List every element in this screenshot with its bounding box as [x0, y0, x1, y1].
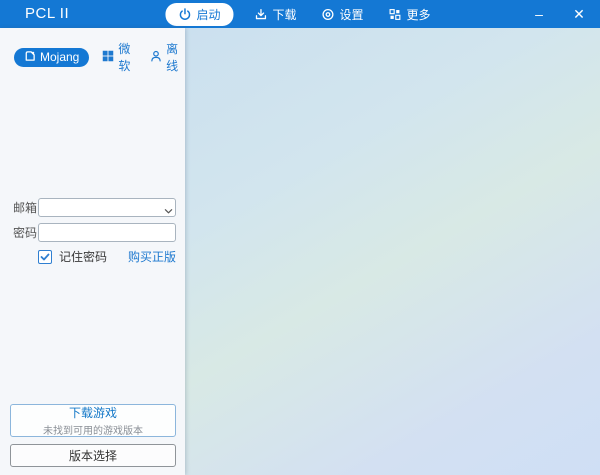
email-row: 邮箱	[0, 198, 185, 217]
version-select-button[interactable]: 版本选择	[10, 444, 176, 467]
check-icon	[40, 252, 50, 262]
title-bar: PCL II 启动 下载 设置	[0, 0, 600, 28]
email-combobox[interactable]	[38, 198, 176, 217]
sidebar: Mojang 微软 离线 邮箱 密	[0, 28, 185, 475]
close-button[interactable]: ✕	[570, 6, 588, 23]
power-icon	[178, 8, 191, 21]
remember-checkbox[interactable]	[38, 250, 52, 264]
version-select-label: 版本选择	[69, 447, 117, 464]
app-title: PCL II	[25, 5, 69, 22]
nav-launch-label: 启动	[196, 6, 220, 23]
minimize-button[interactable]: –	[530, 6, 548, 22]
windows-icon	[102, 50, 114, 65]
more-grid-icon	[389, 8, 402, 21]
main-nav: 启动 下载 设置 更多	[165, 0, 434, 28]
tab-offline-label: 离线	[166, 40, 185, 74]
tab-microsoft[interactable]: 微软	[102, 40, 137, 74]
download-game-subtitle: 未找到可用的游戏版本	[43, 422, 143, 437]
account-tabs: Mojang 微软 离线	[14, 40, 185, 74]
download-game-title: 下载游戏	[69, 404, 117, 421]
tab-offline[interactable]: 离线	[150, 40, 185, 74]
remember-password-label: 记住密码	[59, 248, 107, 265]
app-window: PCL II 启动 下载 设置	[0, 0, 600, 475]
mojang-icon	[24, 50, 36, 65]
password-label: 密码	[13, 224, 37, 241]
download-game-button[interactable]: 下载游戏 未找到可用的游戏版本	[10, 404, 176, 437]
buy-genuine-link[interactable]: 购买正版	[128, 248, 176, 265]
nav-more-label: 更多	[407, 6, 431, 23]
nav-launch[interactable]: 启动	[165, 3, 233, 26]
tab-microsoft-label: 微软	[118, 40, 137, 74]
email-label: 邮箱	[13, 199, 37, 216]
person-icon	[150, 50, 162, 65]
nav-more[interactable]: 更多	[385, 4, 435, 25]
password-row: 密码	[0, 223, 185, 242]
nav-settings-label: 设置	[340, 6, 364, 23]
nav-settings[interactable]: 设置	[318, 4, 368, 25]
window-controls: – ✕	[530, 0, 588, 28]
main-content-area	[185, 28, 600, 475]
tab-mojang[interactable]: Mojang	[14, 48, 89, 67]
nav-download-label: 下载	[272, 6, 296, 23]
nav-download[interactable]: 下载	[250, 4, 300, 25]
password-field[interactable]	[38, 223, 176, 242]
settings-icon	[322, 8, 335, 21]
tab-mojang-label: Mojang	[40, 50, 79, 64]
remember-row: 记住密码 购买正版	[38, 248, 176, 265]
download-icon	[254, 8, 267, 21]
